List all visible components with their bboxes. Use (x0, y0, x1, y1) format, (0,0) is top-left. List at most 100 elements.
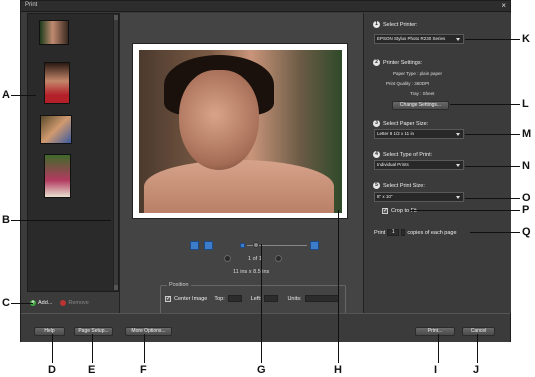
copies-suffix: copies of each page (407, 229, 457, 236)
callout-line-c (11, 303, 33, 304)
callout-line-p (410, 210, 520, 211)
tray-info: Tray : Sheet (410, 91, 435, 96)
photo-preview[interactable] (139, 50, 342, 213)
preview-panel: 1 of 1 11 ins x 8.5 ins Position ✓ Cente… (119, 13, 364, 319)
callout-line-i (438, 334, 439, 363)
crop-to-fit-checkbox[interactable]: ✓ (382, 208, 388, 214)
remove-icon[interactable] (60, 300, 67, 306)
callout-line-f (144, 334, 145, 363)
step-3: 3 Select Paper Size: (373, 120, 428, 127)
select-printer-label: Select Printer: (383, 21, 418, 28)
scroll-up-icon[interactable] (114, 15, 118, 20)
top-label: Top: (214, 295, 225, 302)
title-bar: Print × (21, 1, 510, 12)
step-5: 5 Select Print Size: (373, 182, 425, 189)
callout-line-j (477, 334, 478, 363)
center-image-label: Center Image (174, 295, 208, 302)
photo-shoulders (144, 160, 334, 213)
callout-m: M (522, 128, 532, 140)
callout-p: P (522, 204, 530, 216)
print-button[interactable]: Print... (415, 327, 455, 336)
callout-line-b (11, 220, 111, 221)
page-setup-button[interactable]: Page Setup... (74, 327, 113, 336)
callout-e: E (88, 364, 96, 376)
rotate-right-icon[interactable] (204, 241, 213, 250)
callout-o: O (522, 192, 531, 204)
units-select[interactable] (304, 295, 339, 302)
left-label: Left: (250, 295, 262, 302)
change-settings-button[interactable]: Change Settings... (392, 101, 449, 110)
add-button[interactable]: Add... (38, 300, 52, 306)
position-legend: Position (167, 282, 191, 288)
callout-line-k (465, 39, 520, 40)
next-page-button[interactable] (275, 255, 282, 262)
paper-dimensions: 11 ins x 8.5 ins (233, 269, 270, 275)
units-label: Units: (287, 295, 302, 302)
scroll-down-icon[interactable] (114, 285, 118, 290)
thumbnail-panel[interactable] (27, 13, 119, 292)
type-of-print-select[interactable]: Individual Prints (374, 160, 464, 170)
crop-to-fit-row: ✓ Crop to Fit (382, 208, 417, 214)
print-quality-info: Print Quality : 360DPI (386, 81, 430, 86)
callout-line-m (465, 134, 520, 135)
zoom-slider-knob[interactable] (253, 242, 259, 248)
thumbnail-4[interactable] (44, 154, 71, 198)
callout-h: H (334, 364, 342, 376)
help-button[interactable]: Help (34, 327, 65, 336)
zoom-in-icon[interactable] (310, 241, 319, 250)
callout-line-a (11, 95, 36, 96)
cancel-button[interactable]: Cancel (462, 327, 495, 336)
copies-spinner[interactable] (401, 229, 406, 236)
copies-row: Print 1 copies of each page (374, 229, 457, 236)
callout-d: D (48, 364, 56, 376)
callout-line-e (92, 334, 93, 363)
zoom-out-icon[interactable] (240, 243, 245, 248)
callout-line-l (450, 104, 520, 105)
print-size-select[interactable]: 8" x 10" (374, 192, 464, 202)
callout-q: Q (522, 226, 531, 238)
more-options-button[interactable]: More Options... (125, 327, 172, 336)
print-label: Print (374, 229, 386, 236)
step-2: 2 Printer Settings: (373, 59, 422, 66)
page-info: 1 of 1 (248, 256, 262, 262)
print-dialog: Print × + Add... Remove (20, 0, 511, 342)
callout-j: J (473, 364, 480, 376)
callout-line-q (470, 232, 520, 233)
callout-line-d (52, 334, 53, 363)
dialog-title: Print (25, 2, 38, 8)
step-number: 3 (373, 120, 380, 127)
prev-page-button[interactable] (224, 255, 231, 262)
rotate-left-icon[interactable] (190, 241, 199, 250)
crop-to-fit-label: Crop to Fit (391, 208, 417, 214)
printer-select[interactable]: EPSON Stylus Photo R230 Series (374, 34, 464, 44)
paper-size-select[interactable]: Letter 8 1/2 x 11 in (374, 129, 464, 139)
settings-panel: 1 Select Printer: EPSON Stylus Photo R23… (365, 13, 511, 313)
select-type-of-print-label: Select Type of Print: (383, 151, 433, 158)
callout-i: I (434, 364, 438, 376)
thumbnail-scrollbar[interactable] (113, 15, 118, 290)
thumbnail-2[interactable] (44, 62, 70, 104)
callout-line-g (261, 244, 262, 363)
paper-preview (132, 43, 348, 219)
photo-face (179, 70, 259, 170)
copies-input[interactable]: 1 (387, 229, 400, 236)
thumbnail-3[interactable] (40, 115, 72, 144)
step-4: 4 Select Type of Print: (373, 151, 432, 158)
thumbnail-1[interactable] (39, 20, 69, 45)
callout-f: F (140, 364, 147, 376)
close-icon[interactable]: × (501, 1, 506, 10)
remove-button[interactable]: Remove (68, 300, 88, 306)
step-number: 4 (373, 151, 380, 158)
select-print-size-label: Select Print Size: (383, 182, 425, 189)
printer-settings-label: Printer Settings: (383, 59, 423, 66)
callout-n: N (522, 160, 530, 172)
step-1: 1 Select Printer: (373, 21, 418, 28)
top-field[interactable] (227, 295, 242, 302)
step-number: 2 (373, 59, 380, 66)
center-image-checkbox[interactable]: ✓ (165, 295, 171, 302)
step-number: 5 (373, 182, 380, 189)
callout-b: B (2, 214, 10, 226)
callout-line-o (465, 198, 520, 199)
button-bar: Help Page Setup... More Options... Print… (21, 313, 510, 342)
left-field[interactable] (264, 295, 279, 302)
